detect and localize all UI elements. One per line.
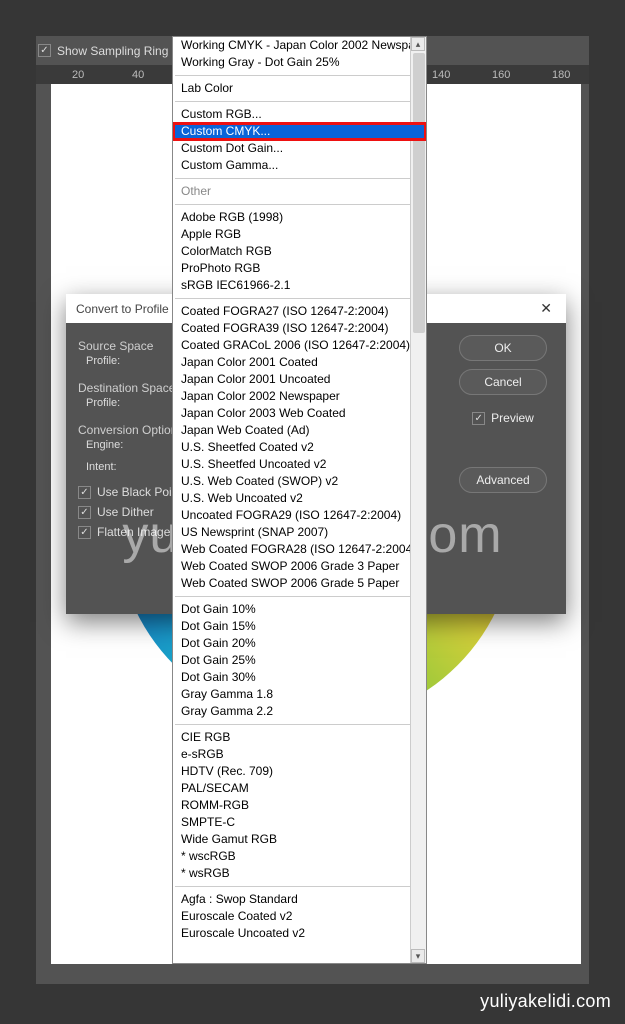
dropdown-item[interactable]: ProPhoto RGB [173,260,426,277]
dropdown-item[interactable]: US Newsprint (SNAP 2007) [173,524,426,541]
dropdown-item[interactable]: Coated FOGRA27 (ISO 12647-2:2004) [173,303,426,320]
dropdown-item[interactable]: Wide Gamut RGB [173,831,426,848]
dropdown-item[interactable]: PAL/SECAM [173,780,426,797]
dropdown-item[interactable]: e-sRGB [173,746,426,763]
dropdown-separator [175,596,424,597]
dropdown-item[interactable]: Coated FOGRA39 (ISO 12647-2:2004) [173,320,426,337]
dropdown-item[interactable]: Gray Gamma 1.8 [173,686,426,703]
dropdown-item[interactable]: Working CMYK - Japan Color 2002 Newspape… [173,37,426,54]
dropdown-item[interactable]: Dot Gain 20% [173,635,426,652]
dropdown-item[interactable]: U.S. Web Coated (SWOP) v2 [173,473,426,490]
dropdown-item[interactable]: Lab Color [173,80,426,97]
dropdown-item[interactable]: Web Coated SWOP 2006 Grade 3 Paper [173,558,426,575]
scroll-up-icon[interactable]: ▴ [411,37,425,51]
advanced-button[interactable]: Advanced [459,467,547,493]
dropdown-item[interactable]: Japan Color 2003 Web Coated [173,405,426,422]
preview-label: Preview [491,411,534,425]
dropdown-item[interactable]: Dot Gain 25% [173,652,426,669]
dropdown-item[interactable]: Custom Gamma... [173,157,426,174]
dropdown-item[interactable]: Coated GRACoL 2006 (ISO 12647-2:2004) [173,337,426,354]
dropdown-item[interactable]: SMPTE-C [173,814,426,831]
cancel-button[interactable]: Cancel [459,369,547,395]
dropdown-separator [175,724,424,725]
dropdown-item[interactable]: CIE RGB [173,729,426,746]
watermark-text: yuliyakelidi.com [480,991,611,1012]
dropdown-separator [175,178,424,179]
dropdown-item[interactable]: Dot Gain 15% [173,618,426,635]
dropdown-separator [175,204,424,205]
dropdown-item[interactable]: * wscRGB [173,848,426,865]
ruler-mark: 160 [492,69,522,81]
ruler-mark: 20 [72,69,102,81]
dropdown-item[interactable]: Agfa : Swop Standard [173,891,426,908]
dropdown-scrollbar[interactable]: ▴ ▾ [410,37,426,963]
ok-button[interactable]: OK [459,335,547,361]
dropdown-separator [175,101,424,102]
dropdown-item[interactable]: Euroscale Uncoated v2 [173,925,426,942]
dropdown-item[interactable]: U.S. Sheetfed Coated v2 [173,439,426,456]
dropdown-item[interactable]: Web Coated SWOP 2006 Grade 5 Paper [173,575,426,592]
dropdown-separator [175,886,424,887]
checkbox-use-dither[interactable]: ✓ [78,506,91,519]
dropdown-item[interactable]: U.S. Web Uncoated v2 [173,490,426,507]
dropdown-item[interactable]: Japan Color 2002 Newspaper [173,388,426,405]
dropdown-item[interactable]: U.S. Sheetfed Uncoated v2 [173,456,426,473]
dropdown-item[interactable]: * wsRGB [173,865,426,882]
ruler-mark: 180 [552,69,582,81]
scroll-down-icon[interactable]: ▾ [411,949,425,963]
checkbox-use-black[interactable]: ✓ [78,486,91,499]
dropdown-item[interactable]: Dot Gain 10% [173,601,426,618]
dropdown-item[interactable]: Custom Dot Gain... [173,140,426,157]
preview-row[interactable]: ✓ Preview [472,411,534,425]
dropdown-item[interactable]: Web Coated FOGRA28 (ISO 12647-2:2004) [173,541,426,558]
dropdown-item[interactable]: Uncoated FOGRA29 (ISO 12647-2:2004) [173,507,426,524]
dropdown-separator [175,75,424,76]
dropdown-item[interactable]: Japan Color 2001 Uncoated [173,371,426,388]
dropdown-item[interactable]: Adobe RGB (1998) [173,209,426,226]
dropdown-item[interactable]: Working Gray - Dot Gain 25% [173,54,426,71]
dropdown-item[interactable]: sRGB IEC61966-2.1 [173,277,426,294]
sampling-ring-label: Show Sampling Ring [57,44,168,58]
dropdown-item[interactable]: Dot Gain 30% [173,669,426,686]
ruler-mark: 140 [432,69,462,81]
dropdown-item-selected[interactable]: Custom CMYK... [173,123,426,140]
dropdown-item[interactable]: Gray Gamma 2.2 [173,703,426,720]
dropdown-item[interactable]: Euroscale Coated v2 [173,908,426,925]
checkbox-flatten[interactable]: ✓ [78,526,91,539]
dropdown-item[interactable]: Japan Web Coated (Ad) [173,422,426,439]
dropdown-item: Other [173,183,426,200]
ruler-mark: 40 [132,69,162,81]
dropdown-separator [175,298,424,299]
dropdown-item[interactable]: Japan Color 2001 Coated [173,354,426,371]
checkbox-sampling-ring[interactable]: ✓ [38,44,51,57]
dropdown-item[interactable]: HDTV (Rec. 709) [173,763,426,780]
dialog-right-column: OK Cancel ✓ Preview Advanced [444,333,554,539]
close-icon[interactable]: ✕ [536,300,556,317]
profile-dropdown-list[interactable]: Working CMYK - Japan Color 2002 Newspape… [172,36,427,964]
dropdown-item[interactable]: Custom RGB... [173,106,426,123]
dropdown-item[interactable]: ROMM-RGB [173,797,426,814]
dropdown-item[interactable]: ColorMatch RGB [173,243,426,260]
use-dither-label: Use Dither [97,505,154,519]
scroll-thumb[interactable] [413,53,425,333]
checkbox-preview[interactable]: ✓ [472,412,485,425]
dialog-title-text: Convert to Profile [76,302,169,316]
dropdown-item[interactable]: Apple RGB [173,226,426,243]
